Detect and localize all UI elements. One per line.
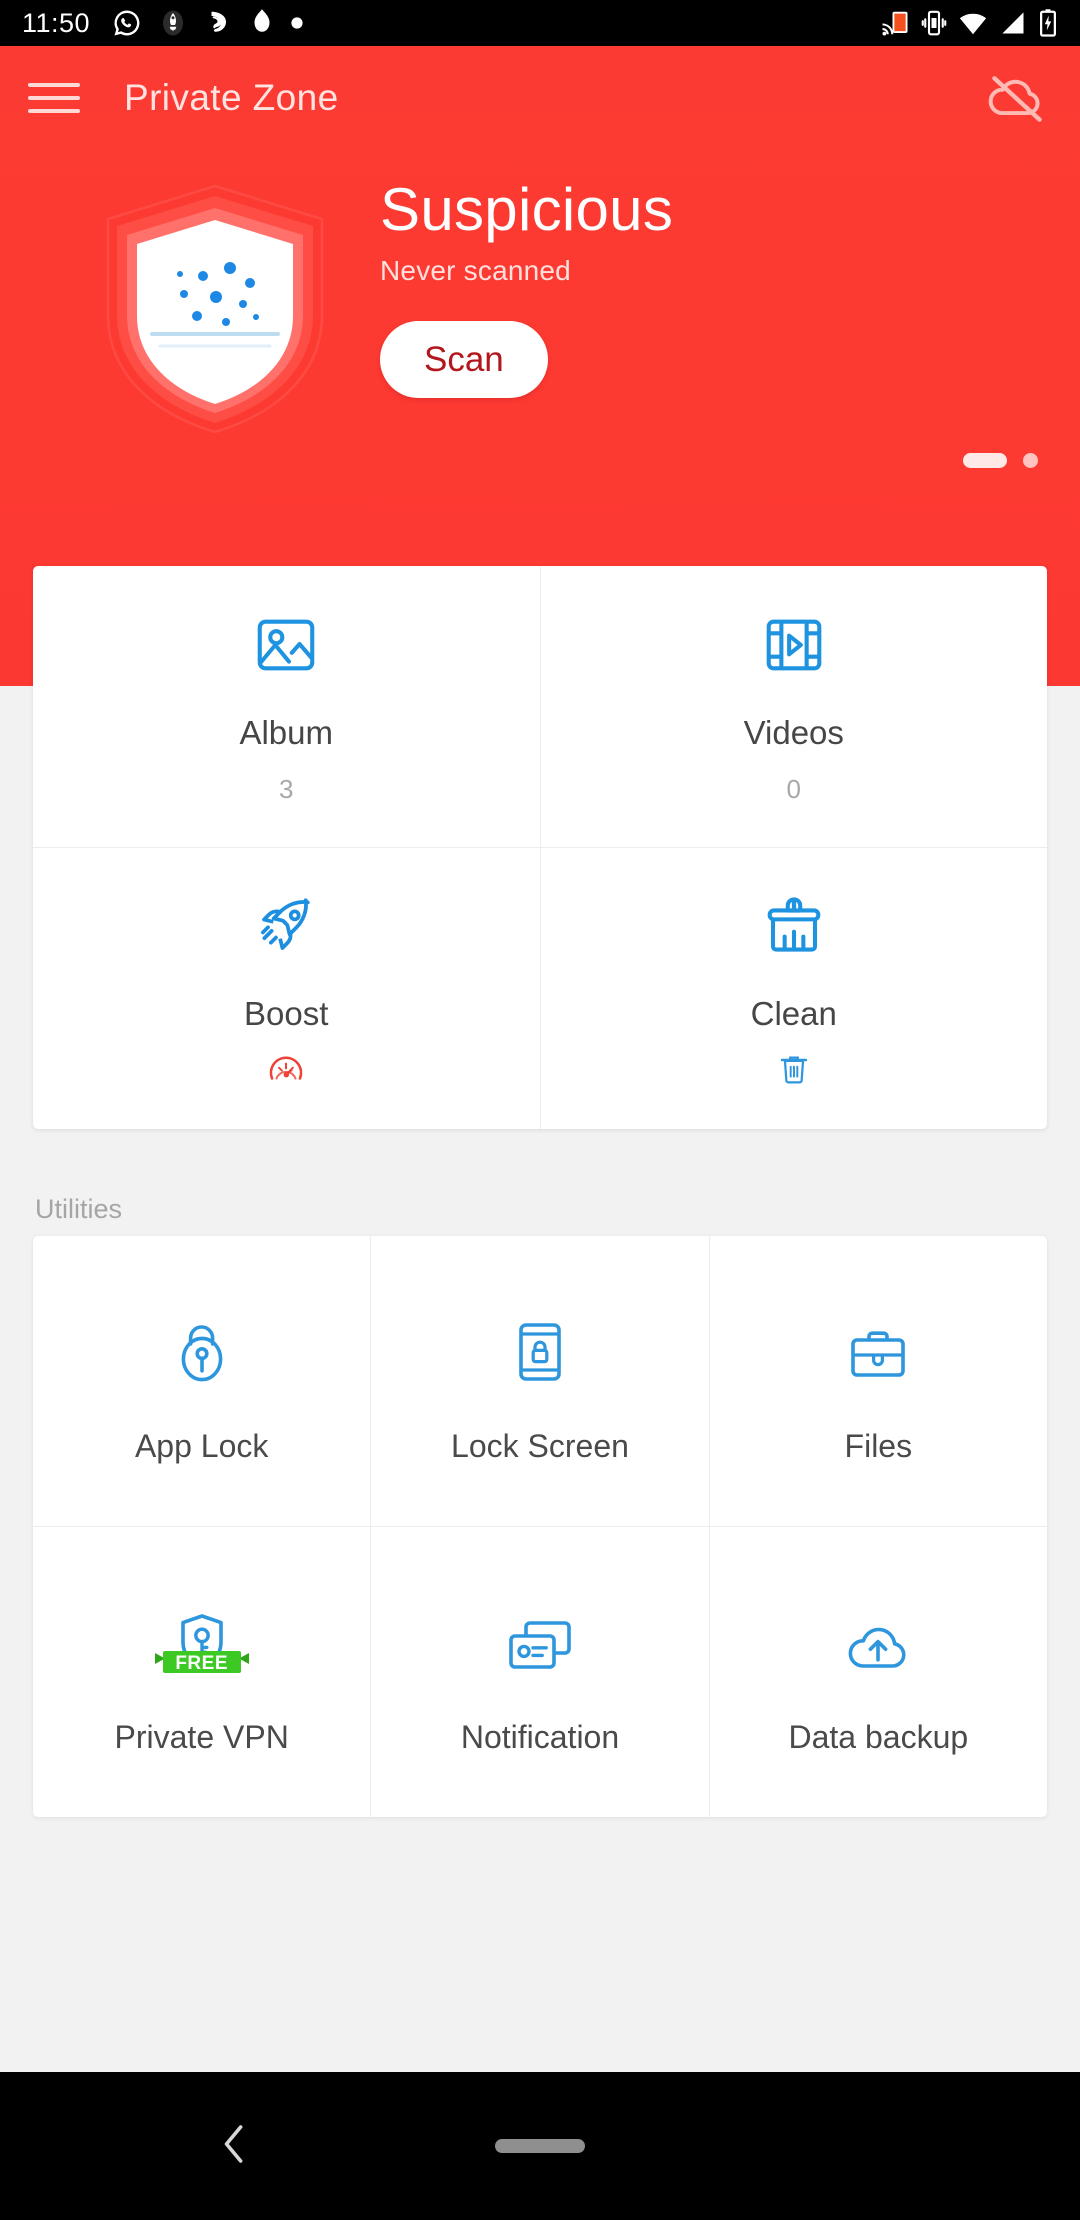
hamburger-menu-icon[interactable] bbox=[28, 78, 80, 118]
padlock-icon bbox=[172, 1298, 232, 1384]
speedometer-icon bbox=[267, 1049, 305, 1089]
feature-card: Album 3 Videos 0 Boost Clean bbox=[33, 566, 1047, 1129]
utility-label: Files bbox=[844, 1427, 913, 1464]
phone-lock-icon bbox=[513, 1298, 567, 1384]
whatsapp-icon bbox=[114, 10, 140, 36]
page-indicator-dot[interactable] bbox=[1023, 453, 1038, 468]
feature-count: 3 bbox=[279, 774, 294, 804]
shield-illustration bbox=[60, 164, 370, 454]
image-icon bbox=[251, 608, 321, 682]
utility-private-vpn[interactable]: FREE Private VPN bbox=[33, 1527, 370, 1817]
shield-key-icon: FREE bbox=[154, 1589, 249, 1675]
vibrate-icon bbox=[921, 10, 947, 36]
status-bar-notification-icons bbox=[112, 8, 304, 38]
utility-files[interactable]: Files bbox=[708, 1236, 1047, 1526]
utilities-row: App Lock Lock Screen Files bbox=[33, 1236, 1047, 1526]
utility-label: Notification bbox=[460, 1718, 620, 1755]
status-bar: 11:50 bbox=[0, 0, 1080, 46]
feature-videos[interactable]: Videos 0 bbox=[539, 566, 1048, 847]
status-bar-system-icons bbox=[880, 8, 1058, 38]
flame-icon bbox=[254, 9, 270, 32]
broom-icon bbox=[759, 889, 829, 963]
briefcase-icon bbox=[846, 1298, 910, 1384]
utility-lock-screen[interactable]: Lock Screen bbox=[370, 1236, 708, 1526]
dot-icon bbox=[291, 17, 303, 29]
utility-label: Data backup bbox=[788, 1718, 969, 1755]
utility-app-lock[interactable]: App Lock bbox=[33, 1236, 370, 1526]
home-pill-icon[interactable] bbox=[495, 2139, 585, 2153]
feature-boost[interactable]: Boost bbox=[33, 848, 540, 1129]
feature-row: Album 3 Videos 0 bbox=[33, 566, 1047, 847]
scan-status-title: Suspicious bbox=[380, 176, 674, 243]
feature-label: Videos bbox=[743, 714, 844, 751]
carousel-page-indicator[interactable] bbox=[963, 453, 1038, 468]
feature-label: Album bbox=[239, 714, 334, 751]
utility-notification[interactable]: Notification bbox=[370, 1527, 708, 1817]
status-bar-clock: 11:50 bbox=[22, 7, 91, 38]
rocket-badge-icon bbox=[163, 10, 184, 36]
lion-icon bbox=[211, 11, 227, 32]
cloud-off-icon[interactable] bbox=[982, 63, 1052, 133]
feature-label: Clean bbox=[750, 994, 837, 1032]
scan-status-subtitle: Never scanned bbox=[380, 255, 571, 286]
utility-data-backup[interactable]: Data backup bbox=[708, 1527, 1047, 1817]
screen-cast-icon bbox=[882, 11, 908, 36]
battery-charging-icon bbox=[1040, 9, 1056, 37]
utilities-section-title: Utilities bbox=[35, 1194, 123, 1224]
utilities-row: FREE Private VPN Notification Data backu… bbox=[33, 1526, 1047, 1817]
utility-label: Private VPN bbox=[114, 1718, 289, 1755]
scan-status-block: Suspicious Never scanned Scan bbox=[380, 150, 673, 398]
utility-label: App Lock bbox=[134, 1427, 269, 1464]
free-badge: FREE bbox=[154, 1647, 249, 1681]
page-indicator-active[interactable] bbox=[963, 453, 1007, 468]
feature-label: Boost bbox=[244, 994, 329, 1032]
feature-album[interactable]: Album 3 bbox=[33, 566, 540, 847]
feature-count: 0 bbox=[786, 774, 801, 804]
free-badge-label: FREE bbox=[175, 1652, 228, 1674]
feature-row: Boost Clean bbox=[33, 847, 1047, 1129]
system-navigation-bar bbox=[0, 2072, 1080, 2220]
utilities-card: App Lock Lock Screen Files FREE Private … bbox=[33, 1236, 1047, 1817]
utility-label: Lock Screen bbox=[451, 1427, 629, 1464]
scan-hero: Suspicious Never scanned Scan bbox=[0, 150, 1080, 454]
back-chevron-icon[interactable] bbox=[218, 2121, 252, 2172]
rocket-icon bbox=[250, 889, 322, 963]
cloud-upload-icon bbox=[844, 1589, 912, 1675]
trash-icon bbox=[777, 1049, 811, 1089]
notification-cards-icon bbox=[506, 1589, 574, 1675]
wifi-icon bbox=[959, 13, 987, 35]
scan-button[interactable]: Scan bbox=[380, 321, 548, 398]
signal-icon bbox=[1002, 12, 1024, 34]
app-bar: Private Zone bbox=[0, 46, 1080, 150]
film-play-icon bbox=[759, 608, 829, 682]
feature-clean[interactable]: Clean bbox=[539, 848, 1048, 1129]
page-title: Private Zone bbox=[124, 77, 339, 118]
